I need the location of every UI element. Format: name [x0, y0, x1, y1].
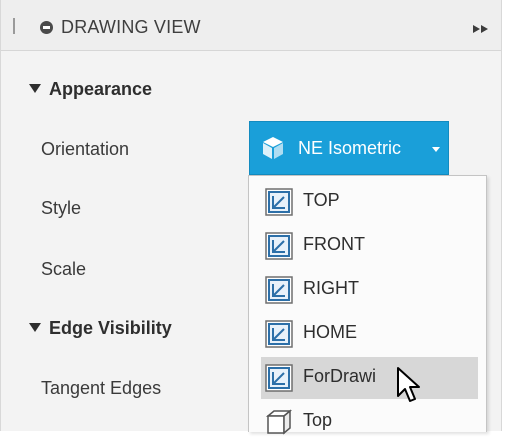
panel-header: DRAWING VIEW: [1, 0, 501, 51]
orientation-label: Orientation: [41, 139, 130, 159]
edge-visibility-section-header[interactable]: Edge Visibility: [29, 318, 172, 339]
named-view-icon: [265, 276, 293, 304]
menu-item-top[interactable]: TOP: [261, 181, 478, 223]
menu-item-label: ForDrawi: [303, 366, 377, 386]
menu-item-right[interactable]: RIGHT: [261, 269, 478, 311]
appearance-section-label: Appearance: [49, 79, 153, 99]
collapse-triangle-icon: [29, 323, 41, 332]
menu-item-front[interactable]: FRONT: [261, 225, 478, 267]
tangent-edges-label: Tangent Edges: [41, 378, 162, 398]
orientation-selected-value: NE Isometric: [298, 138, 402, 158]
edge-visibility-section-label: Edge Visibility: [49, 318, 172, 338]
menu-item-top-view[interactable]: Top: [261, 401, 478, 443]
view-cube-icon: [265, 409, 293, 435]
isometric-cube-icon: [263, 137, 283, 159]
style-label: Style: [41, 198, 82, 218]
appearance-section-header[interactable]: Appearance: [29, 79, 152, 100]
named-view-icon: [265, 188, 293, 216]
collapse-panel-icon[interactable]: [40, 21, 53, 34]
menu-item-label: TOP: [303, 190, 340, 210]
menu-item-label: Top: [303, 410, 333, 430]
drag-grip-icon[interactable]: [13, 18, 15, 34]
named-view-icon: [265, 364, 293, 392]
mouse-pointer-icon: [397, 367, 420, 402]
orientation-menu: TOP FRONT RIGHT HOME ForDrawi Top: [248, 175, 487, 435]
chevron-down-icon: [432, 147, 440, 152]
named-view-icon: [265, 320, 293, 348]
collapse-triangle-icon: [29, 84, 41, 93]
menu-item-label: FRONT: [303, 234, 365, 254]
named-view-icon: [265, 232, 293, 260]
panel-title: DRAWING VIEW: [61, 17, 201, 37]
menu-item-label: HOME: [303, 322, 357, 342]
menu-item-home[interactable]: HOME: [261, 313, 478, 355]
menu-item-fordrawing[interactable]: ForDrawi: [261, 357, 478, 399]
expand-panel-icon[interactable]: [473, 25, 489, 33]
menu-item-label: RIGHT: [303, 278, 359, 298]
orientation-dropdown[interactable]: NE Isometric: [249, 121, 449, 175]
scale-label: Scale: [41, 259, 87, 279]
